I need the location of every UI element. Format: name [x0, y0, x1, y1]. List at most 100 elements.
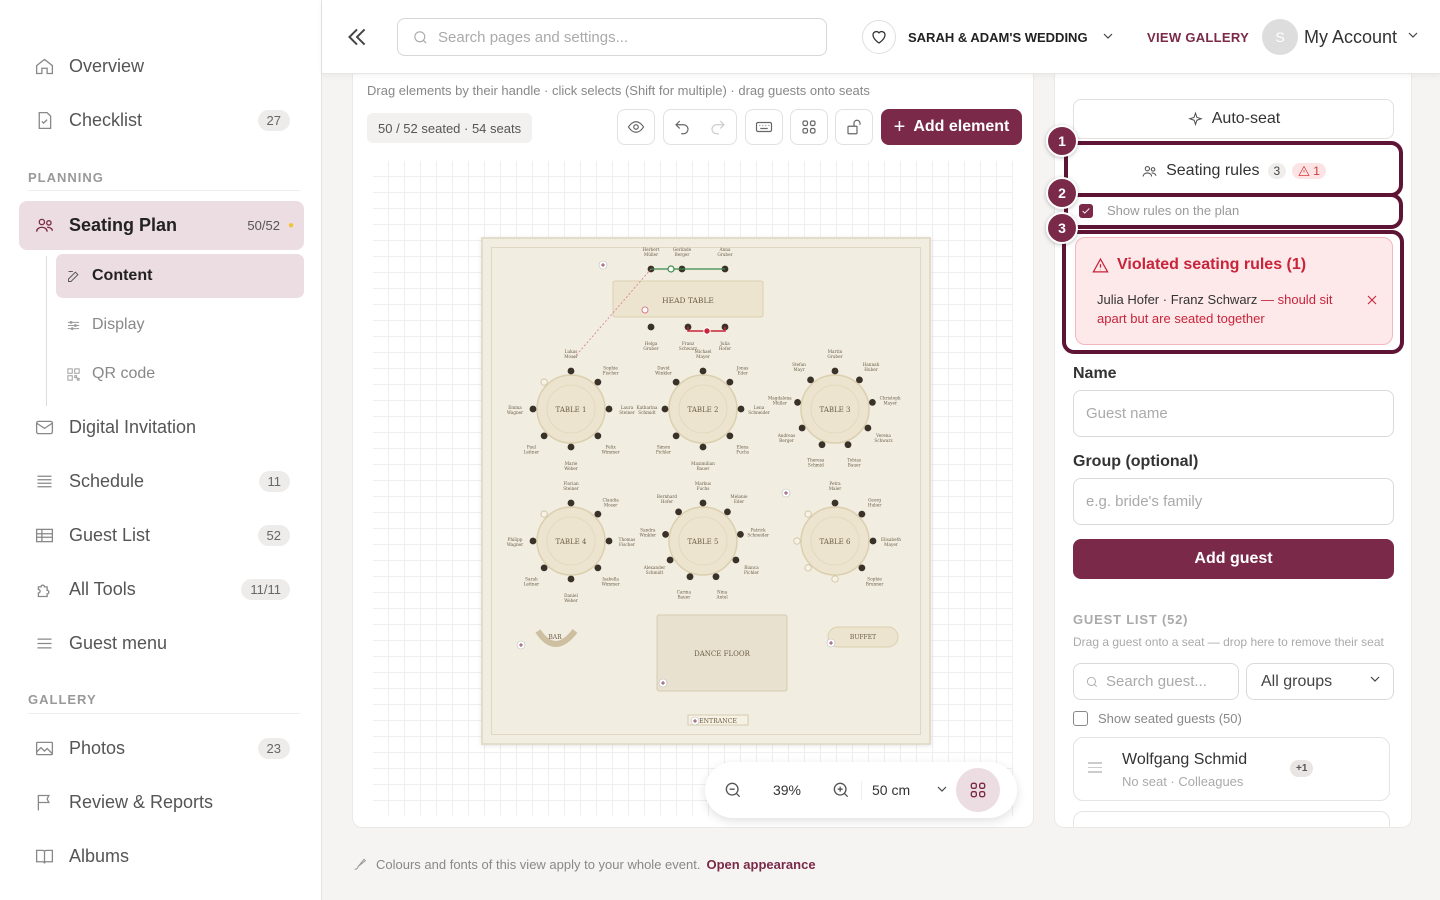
- seat-occupied[interactable]: [567, 367, 575, 375]
- seat-occupied[interactable]: [529, 537, 537, 545]
- seat-occupied[interactable]: [831, 367, 839, 375]
- zoom-out-button[interactable]: [713, 770, 753, 810]
- seat-occupied[interactable]: [662, 531, 669, 538]
- seat-occupied[interactable]: [712, 573, 720, 581]
- seat-occupied[interactable]: [737, 405, 745, 413]
- undo-button[interactable]: [663, 109, 701, 145]
- seat-guest-name: Huber: [864, 367, 878, 372]
- seat-occupied[interactable]: [831, 499, 839, 507]
- seat-empty[interactable]: [831, 575, 839, 583]
- global-search-input[interactable]: Search pages and settings...: [397, 18, 827, 56]
- nav-digital-invitation[interactable]: Digital Invitation: [19, 403, 304, 451]
- seat-occupied[interactable]: [818, 441, 826, 449]
- grid-unit-select[interactable]: 50 cm: [861, 780, 956, 800]
- seat-occupied[interactable]: [869, 399, 876, 406]
- seat-occupied[interactable]: [675, 508, 682, 516]
- seat-occupied[interactable]: [661, 405, 669, 413]
- nav-review-reports[interactable]: Review & Reports: [19, 778, 304, 826]
- seat-occupied[interactable]: [529, 405, 537, 413]
- seat-empty[interactable]: [540, 510, 548, 518]
- seat-occupied[interactable]: [567, 443, 575, 451]
- show-seated-checkbox[interactable]: Show seated guests (50): [1073, 711, 1242, 726]
- seat-occupied[interactable]: [724, 508, 731, 516]
- seat-occupied[interactable]: [540, 432, 548, 440]
- view-gallery-link[interactable]: VIEW GALLERY: [1147, 30, 1249, 45]
- sub-nav-qr-code[interactable]: QR code: [56, 352, 304, 396]
- seat-occupied[interactable]: [858, 510, 866, 518]
- nav-seating-plan[interactable]: Seating Plan 50/52 ●: [19, 201, 304, 250]
- seat-occupied[interactable]: [864, 424, 872, 432]
- seat-occupied[interactable]: [807, 376, 814, 384]
- group-filter-select[interactable]: All groups: [1246, 663, 1394, 700]
- sub-nav-content[interactable]: Content: [56, 254, 304, 298]
- snap-grid-toggle[interactable]: [956, 768, 1000, 812]
- seat-occupied[interactable]: [540, 564, 548, 572]
- account-menu[interactable]: S My Account: [1262, 19, 1421, 55]
- search-icon: [1086, 676, 1097, 687]
- seat-occupied[interactable]: [605, 537, 613, 545]
- nav-all-tools[interactable]: All Tools 11/11: [19, 565, 304, 613]
- zoom-in-button[interactable]: [821, 770, 861, 810]
- drag-handle-icon[interactable]: [1088, 762, 1102, 776]
- nav-overview[interactable]: Overview: [19, 42, 304, 90]
- seat-occupied[interactable]: [672, 432, 680, 440]
- seating-grid[interactable]: HEAD TABLE Herbert Müller Gerlinde Berger Ann…: [373, 161, 1013, 816]
- toggle-visibility-button[interactable]: [617, 109, 655, 145]
- seat-occupied[interactable]: [737, 531, 744, 538]
- collapse-sidebar-button[interactable]: [344, 24, 370, 50]
- guest-list-item[interactable]: Wolfgang Schmid No seat · Colleagues +1: [1073, 737, 1390, 801]
- event-selector[interactable]: SARAH & ADAM'S WEDDING: [862, 20, 1116, 54]
- floor-plan[interactable]: HEAD TABLEHerbertMüllerGerlindeBergerAnn…: [483, 239, 933, 747]
- seat-occupied[interactable]: [844, 441, 852, 449]
- seat-occupied[interactable]: [594, 432, 602, 440]
- seat-occupied[interactable]: [699, 367, 707, 375]
- venue-room[interactable]: HEAD TABLE Herbert Müller Gerlinde Berger Ann…: [481, 237, 931, 745]
- seat-occupied[interactable]: [858, 564, 866, 572]
- nav-photos[interactable]: Photos 23: [19, 724, 304, 772]
- seat-occupied[interactable]: [699, 443, 707, 451]
- grid-layout-button[interactable]: [790, 109, 828, 145]
- seat-occupied[interactable]: [726, 378, 734, 386]
- nav-albums[interactable]: Albums: [19, 832, 304, 880]
- seat-occupied[interactable]: [856, 376, 863, 384]
- seat-occupied[interactable]: [647, 323, 655, 331]
- head-table-label: HEAD TABLE: [662, 296, 714, 305]
- seat-occupied[interactable]: [605, 405, 613, 413]
- checkbox-unchecked[interactable]: [1073, 711, 1088, 726]
- seat-occupied[interactable]: [798, 424, 806, 432]
- seat-occupied[interactable]: [869, 537, 877, 545]
- guest-search-input[interactable]: Search guest...: [1073, 663, 1239, 700]
- seat-empty[interactable]: [804, 564, 812, 572]
- add-element-button[interactable]: + Add element: [881, 109, 1022, 145]
- seat-occupied[interactable]: [726, 432, 734, 440]
- seat-occupied[interactable]: [567, 575, 575, 583]
- sub-nav-display[interactable]: Display: [56, 303, 304, 347]
- seat-occupied[interactable]: [672, 378, 680, 386]
- group-input[interactable]: e.g. bride's family: [1073, 478, 1394, 525]
- nav-guest-list[interactable]: Guest List 52: [19, 511, 304, 559]
- seat-occupied[interactable]: [699, 499, 707, 507]
- nav-schedule[interactable]: Schedule 11: [19, 457, 304, 505]
- keyboard-shortcuts-button[interactable]: [745, 109, 783, 145]
- seat-occupied[interactable]: [686, 573, 694, 581]
- seat-occupied[interactable]: [594, 378, 602, 386]
- lock-toggle-button[interactable]: [835, 109, 873, 145]
- guest-list-item[interactable]: [1073, 811, 1390, 827]
- nav-guest-menu[interactable]: Guest menu: [19, 619, 304, 667]
- seat-empty[interactable]: [804, 510, 812, 518]
- seat-empty[interactable]: [540, 378, 548, 386]
- guest-name-input[interactable]: Guest name: [1073, 390, 1394, 437]
- seat-occupied[interactable]: [666, 556, 674, 564]
- open-appearance-link[interactable]: Open appearance: [706, 857, 815, 872]
- seat-occupied[interactable]: [594, 564, 602, 572]
- redo-button[interactable]: [699, 109, 737, 145]
- seat-empty[interactable]: [793, 537, 801, 545]
- nav-checklist[interactable]: Checklist 27: [19, 96, 304, 144]
- auto-seat-button[interactable]: Auto-seat: [1073, 99, 1394, 139]
- seat-occupied[interactable]: [567, 499, 575, 507]
- seat-occupied[interactable]: [794, 399, 801, 406]
- seat-occupied[interactable]: [594, 510, 602, 518]
- table-icon: [33, 524, 55, 546]
- seat-occupied[interactable]: [732, 556, 740, 564]
- add-guest-button[interactable]: Add guest: [1073, 539, 1394, 579]
